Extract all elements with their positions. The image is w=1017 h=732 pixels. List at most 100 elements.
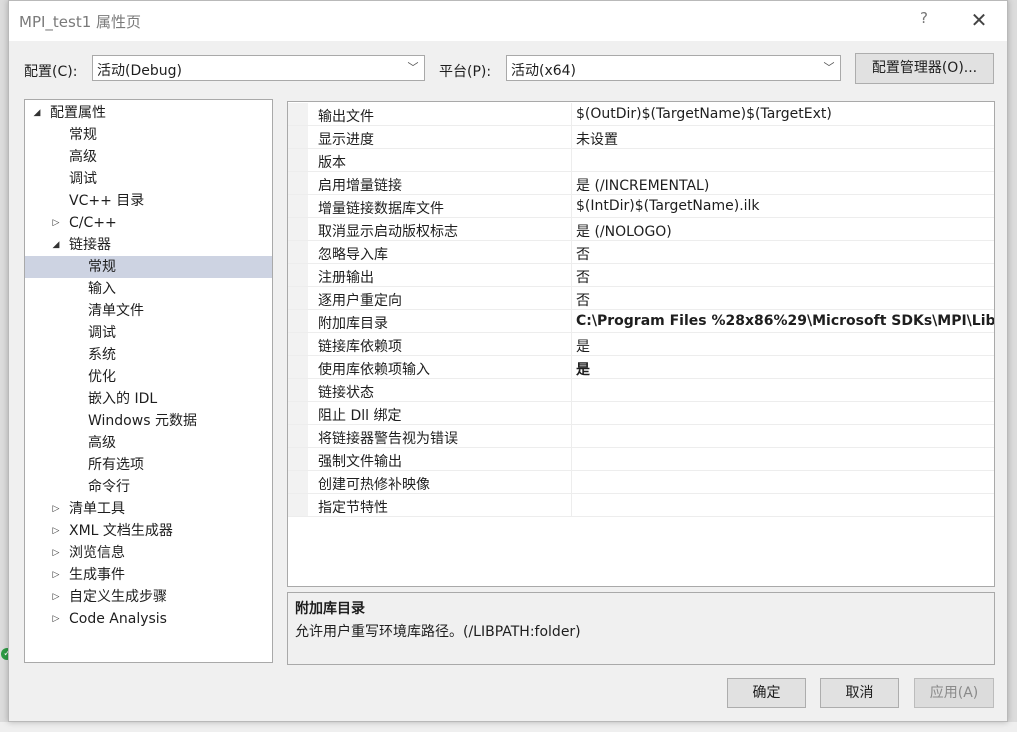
tree-item-linker-debugging[interactable]: 调试: [25, 322, 272, 344]
property-row-show-progress[interactable]: 显示进度 未设置: [288, 126, 994, 149]
property-row-incremental-link-db[interactable]: 增量链接数据库文件 $(IntDir)$(TargetName).ilk: [288, 195, 994, 218]
platform-combobox[interactable]: 活动(x64) ﹀: [506, 55, 841, 81]
column-divider: [571, 264, 572, 286]
tree-item-label: 配置属性: [50, 105, 106, 121]
property-row-specify-section-attributes[interactable]: 指定节特性: [288, 494, 994, 517]
row-margin: [288, 425, 308, 447]
row-margin: [288, 379, 308, 401]
collapsed-arrow-icon[interactable]: ▷: [51, 212, 61, 234]
tree-item-general[interactable]: 常规: [25, 124, 272, 146]
property-row-suppress-startup-banner[interactable]: 取消显示启动版权标志 是 (/NOLOGO): [288, 218, 994, 241]
tree-item-linker[interactable]: ◢ 链接器: [25, 234, 272, 256]
property-value[interactable]: 否: [576, 267, 994, 287]
tree-item-linker-command-line[interactable]: 命令行: [25, 476, 272, 498]
property-row-link-status[interactable]: 链接状态: [288, 379, 994, 402]
tree-item-browse-information[interactable]: ▷ 浏览信息: [25, 542, 272, 564]
property-value[interactable]: 未设置: [576, 129, 994, 149]
tree-item-label: C/C++: [69, 215, 117, 231]
property-row-enable-incremental-linking[interactable]: 启用增量链接 是 (/INCREMENTAL): [288, 172, 994, 195]
row-margin: [288, 218, 308, 240]
tree-item-linker-input[interactable]: 输入: [25, 278, 272, 300]
tree-item-config-properties[interactable]: ◢ 配置属性: [25, 102, 272, 124]
tree-item-cpp[interactable]: ▷ C/C++: [25, 212, 272, 234]
chevron-down-icon: ﹀: [407, 61, 419, 74]
property-row-per-user-redirection[interactable]: 逐用户重定向 否: [288, 287, 994, 310]
ok-button[interactable]: 确定: [727, 678, 806, 708]
window-title: MPI_test1 属性页: [19, 13, 142, 31]
column-divider: [571, 356, 572, 378]
property-value[interactable]: 是: [576, 336, 994, 356]
property-name: 链接状态: [318, 385, 374, 401]
column-divider: [571, 126, 572, 148]
property-row-output-file[interactable]: 输出文件 $(OutDir)$(TargetName)$(TargetExt): [288, 103, 994, 126]
apply-button[interactable]: 应用(A): [914, 678, 994, 708]
row-margin: [288, 241, 308, 263]
property-value[interactable]: $(IntDir)$(TargetName).ilk: [576, 198, 994, 214]
cancel-button[interactable]: 取消: [820, 678, 899, 708]
property-name: 取消显示启动版权标志: [318, 224, 458, 240]
tree-item-linker-general[interactable]: 常规: [25, 256, 272, 278]
tree-item-advanced[interactable]: 高级: [25, 146, 272, 168]
tree-item-linker-all-options[interactable]: 所有选项: [25, 454, 272, 476]
property-value[interactable]: $(OutDir)$(TargetName)$(TargetExt): [576, 106, 994, 122]
collapsed-arrow-icon[interactable]: ▷: [51, 564, 61, 586]
collapsed-arrow-icon[interactable]: ▷: [51, 520, 61, 542]
collapsed-arrow-icon[interactable]: ▷: [51, 542, 61, 564]
tree-item-vc-directories[interactable]: VC++ 目录: [25, 190, 272, 212]
property-row-treat-linker-warnings-as-errors[interactable]: 将链接器警告视为错误: [288, 425, 994, 448]
column-divider: [571, 379, 572, 401]
row-margin: [288, 195, 308, 217]
tree-item-label: 系统: [88, 347, 116, 363]
column-divider: [571, 333, 572, 355]
property-name: 输出文件: [318, 109, 374, 125]
close-icon[interactable]: ✕: [967, 7, 991, 33]
tree-item-code-analysis[interactable]: ▷ Code Analysis: [25, 608, 272, 630]
tree-item-linker-optimization[interactable]: 优化: [25, 366, 272, 388]
tree-item-build-events[interactable]: ▷ 生成事件: [25, 564, 272, 586]
tree-item-manifest-tool[interactable]: ▷ 清单工具: [25, 498, 272, 520]
column-divider: [571, 402, 572, 424]
property-row-use-library-dependency-inputs[interactable]: 使用库依赖项输入 是: [288, 356, 994, 379]
config-combobox[interactable]: 活动(Debug) ﹀: [92, 55, 425, 81]
property-row-link-library-dependencies[interactable]: 链接库依赖项 是: [288, 333, 994, 356]
tree-item-label: 命令行: [88, 479, 130, 495]
tree-item-label: XML 文档生成器: [69, 523, 173, 539]
tree-item-linker-system[interactable]: 系统: [25, 344, 272, 366]
property-value[interactable]: C:\Program Files %28x86%29\Microsoft SDK…: [576, 313, 994, 329]
tree-item-label: 嵌入的 IDL: [88, 391, 158, 407]
tree-item-debugging[interactable]: 调试: [25, 168, 272, 190]
expanded-arrow-icon[interactable]: ◢: [51, 234, 61, 256]
property-value[interactable]: 是: [576, 359, 994, 379]
tree-item-label: 高级: [88, 435, 116, 451]
property-row-register-output[interactable]: 注册输出 否: [288, 264, 994, 287]
tree-item-custom-build-step[interactable]: ▷ 自定义生成步骤: [25, 586, 272, 608]
property-name: 创建可热修补映像: [318, 477, 430, 493]
collapsed-arrow-icon[interactable]: ▷: [51, 586, 61, 608]
expanded-arrow-icon[interactable]: ◢: [32, 102, 42, 124]
platform-label: 平台(P):: [439, 64, 492, 80]
property-value[interactable]: 否: [576, 244, 994, 264]
tree-item-linker-manifest[interactable]: 清单文件: [25, 300, 272, 322]
collapsed-arrow-icon[interactable]: ▷: [51, 608, 61, 630]
tree-item-linker-windows-metadata[interactable]: Windows 元数据: [25, 410, 272, 432]
property-row-version[interactable]: 版本: [288, 149, 994, 172]
tree-item-linker-advanced[interactable]: 高级: [25, 432, 272, 454]
tree-item-xml-doc-generator[interactable]: ▷ XML 文档生成器: [25, 520, 272, 542]
tree-item-label: Code Analysis: [69, 611, 167, 627]
tree-item-label: 所有选项: [88, 457, 144, 473]
property-row-create-hot-patchable-image[interactable]: 创建可热修补映像: [288, 471, 994, 494]
collapsed-arrow-icon[interactable]: ▷: [51, 498, 61, 520]
property-row-force-file-output[interactable]: 强制文件输出: [288, 448, 994, 471]
property-value[interactable]: 否: [576, 290, 994, 310]
config-manager-button[interactable]: 配置管理器(O)...: [855, 53, 994, 84]
tree-item-linker-embedded-idl[interactable]: 嵌入的 IDL: [25, 388, 272, 410]
help-icon[interactable]: ?: [914, 9, 934, 31]
background-window-right: [1008, 0, 1017, 732]
row-margin: [288, 264, 308, 286]
property-value[interactable]: 是 (/NOLOGO): [576, 221, 994, 241]
property-value[interactable]: 是 (/INCREMENTAL): [576, 175, 994, 195]
property-name: 将链接器警告视为错误: [318, 431, 458, 447]
property-row-ignore-import-library[interactable]: 忽略导入库 否: [288, 241, 994, 264]
property-row-additional-library-directories[interactable]: 附加库目录 C:\Program Files %28x86%29\Microso…: [288, 310, 994, 333]
property-row-prevent-dll-binding[interactable]: 阻止 Dll 绑定: [288, 402, 994, 425]
